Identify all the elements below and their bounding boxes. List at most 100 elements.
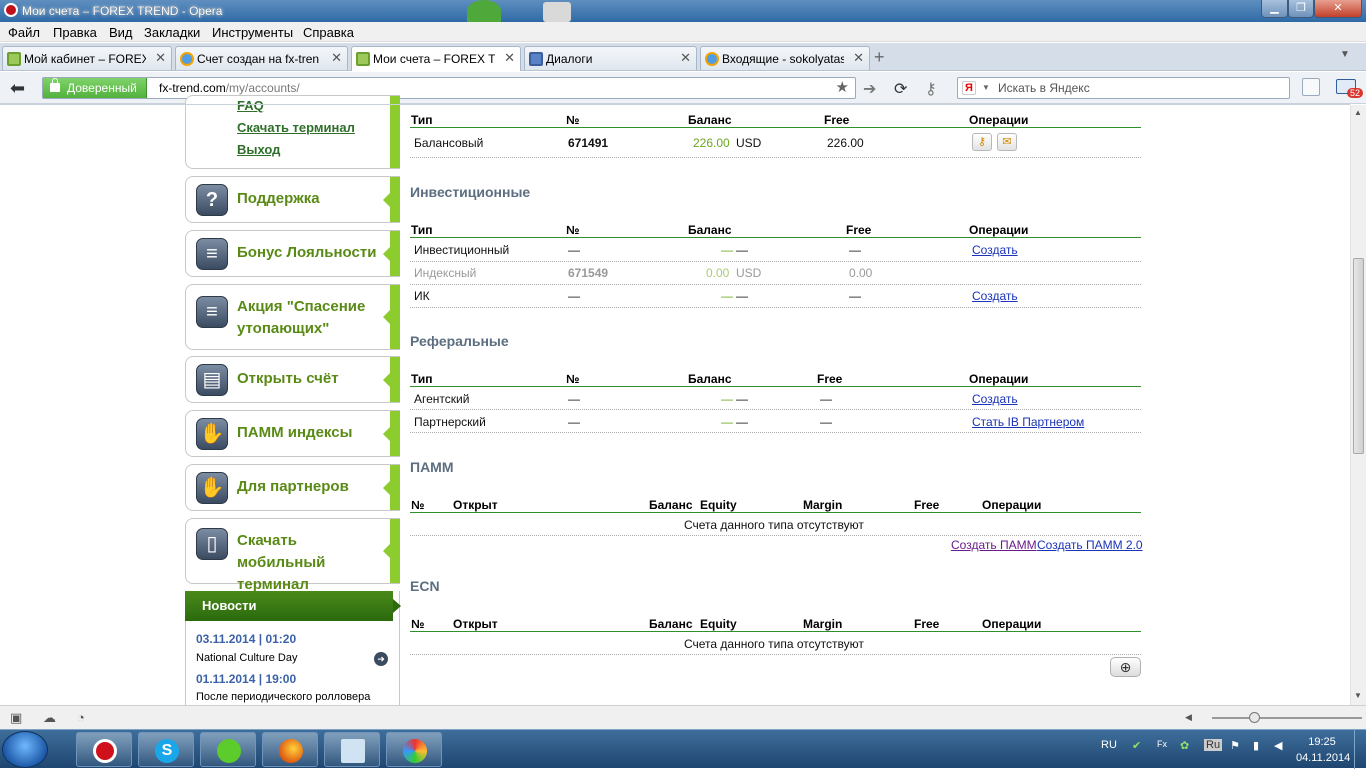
col-free: Free bbox=[846, 223, 872, 237]
tab-close-icon[interactable]: ✕ bbox=[680, 50, 691, 66]
show-desktop-button[interactable] bbox=[1354, 730, 1366, 769]
create-ik-link[interactable]: Создать bbox=[972, 289, 1018, 303]
forward-arrow-icon[interactable]: ➔ bbox=[863, 79, 876, 99]
header-rule bbox=[410, 631, 1141, 632]
page-tools-icon[interactable] bbox=[1302, 78, 1320, 96]
add-account-button[interactable]: ⊕ bbox=[1110, 657, 1141, 677]
sidebar-item-label: Акция "Спасение утопающих" bbox=[237, 298, 366, 337]
menu-bookmarks[interactable]: Закладки bbox=[144, 25, 200, 40]
tab-label: Диалоги bbox=[546, 52, 593, 66]
tray-fx-icon[interactable]: Fx bbox=[1157, 739, 1167, 749]
news-next-arrow-icon[interactable]: ➜ bbox=[374, 652, 388, 666]
row-divider bbox=[410, 261, 1141, 262]
key-icon[interactable]: ⚷ bbox=[972, 133, 992, 151]
tab-dialogs[interactable]: Диалоги ✕ bbox=[524, 46, 697, 70]
create-pamm-2-link[interactable]: Создать ПАММ 2.0 bbox=[1037, 538, 1143, 552]
menu-view[interactable]: Вид bbox=[109, 25, 133, 40]
tray-volume-icon[interactable]: ◀ bbox=[1274, 739, 1282, 752]
panel-toggle-icon[interactable]: ▣ bbox=[10, 710, 22, 726]
tab-close-icon[interactable]: ✕ bbox=[155, 50, 166, 66]
back-arrow-icon[interactable]: ⬅ bbox=[10, 78, 25, 99]
search-engine-dropdown-icon[interactable]: ▼ bbox=[982, 83, 990, 92]
tab-close-icon[interactable]: ✕ bbox=[504, 50, 515, 66]
tab-cabinet[interactable]: Мой кабинет – FOREX ... ✕ bbox=[2, 46, 172, 70]
search-field[interactable]: Я ▼ Искать в Яндекс bbox=[957, 77, 1290, 99]
taskbar-paint[interactable] bbox=[386, 732, 442, 767]
address-field[interactable]: Доверенный fx-trend.com/my/accounts/ ★ bbox=[42, 77, 856, 99]
tab-bar: Мой кабинет – FOREX ... ✕ Счет создан на… bbox=[0, 43, 1366, 71]
tray-icq-icon[interactable]: ✿ bbox=[1180, 739, 1189, 752]
news-text[interactable]: National Culture Day bbox=[196, 652, 298, 664]
menu-tools[interactable]: Инструменты bbox=[212, 25, 293, 40]
create-pamm-link[interactable]: Создать ПАММ bbox=[951, 538, 1037, 552]
sidebar-item-mobile-terminal[interactable]: ▯ Скачать мобильный терминал bbox=[185, 518, 400, 593]
opera-unite-icon[interactable]: ☁ bbox=[43, 710, 56, 726]
tab-close-icon[interactable]: ✕ bbox=[331, 50, 342, 66]
status-bar: ▣ ☁ ◔ ◀ bbox=[0, 705, 1366, 729]
minimize-button[interactable]: ▁ bbox=[1261, 0, 1288, 18]
col-balance: Баланс bbox=[649, 617, 693, 631]
new-tab-button[interactable]: + bbox=[874, 47, 885, 68]
language-indicator[interactable]: RU bbox=[1101, 739, 1117, 751]
tab-list-icon[interactable]: ▼ bbox=[1340, 49, 1350, 60]
sidebar-item-open-account[interactable]: ▤ Открыть счёт bbox=[185, 356, 400, 403]
tray-keyboard-icon[interactable]: Ru bbox=[1204, 739, 1223, 751]
create-agent-link[interactable]: Создать bbox=[972, 392, 1018, 406]
tray-network-icon[interactable]: ▮ bbox=[1253, 739, 1259, 752]
vertical-scrollbar[interactable]: ▲ ▼ bbox=[1350, 105, 1366, 705]
system-clock[interactable]: 19:25 04.11.2014 bbox=[1296, 734, 1350, 766]
turbo-icon[interactable]: ◔ bbox=[77, 710, 85, 725]
menu-edit[interactable]: Правка bbox=[53, 25, 97, 40]
coins-icon: ≡ bbox=[196, 238, 228, 270]
taskbar-icq[interactable] bbox=[200, 732, 256, 767]
scroll-down-arrow-icon[interactable]: ▼ bbox=[1354, 691, 1362, 700]
news-date[interactable]: 01.11.2014 | 19:00 bbox=[196, 672, 296, 686]
bookmark-star-icon[interactable]: ★ bbox=[836, 78, 849, 96]
account-number: 671491 bbox=[568, 136, 609, 150]
url-text[interactable]: fx-trend.com/my/accounts/ bbox=[159, 81, 300, 95]
become-ib-partner-link[interactable]: Стать IB Партнером bbox=[972, 415, 1084, 429]
news-text[interactable]: После периодического ролловера bbox=[196, 691, 370, 703]
taskbar-skype[interactable]: S bbox=[138, 732, 194, 767]
mail-icon[interactable]: ✉ bbox=[997, 133, 1017, 151]
zoom-slider[interactable] bbox=[1212, 712, 1362, 723]
tray-shield-icon[interactable]: ✔ bbox=[1132, 739, 1141, 752]
tab-my-accounts[interactable]: Мои счета – FOREX TR... ✕ bbox=[351, 46, 521, 71]
reload-icon[interactable]: ⟳ bbox=[894, 79, 907, 99]
tab-inbox[interactable]: Входящие - sokolyatas... ✕ bbox=[700, 46, 870, 70]
fx-icon bbox=[7, 52, 21, 66]
sidebar-item-support[interactable]: ? Поддержка bbox=[185, 176, 400, 223]
download-terminal-link[interactable]: Скачать терминал bbox=[237, 120, 355, 135]
header-rule bbox=[410, 512, 1141, 513]
taskbar-firefox[interactable] bbox=[262, 732, 318, 767]
green-notch bbox=[383, 192, 390, 207]
logout-link[interactable]: Выход bbox=[237, 142, 280, 157]
account-currency: — bbox=[736, 415, 748, 429]
start-button[interactable] bbox=[2, 731, 48, 768]
faq-link[interactable]: FAQ bbox=[237, 98, 264, 113]
sidebar-item-pamm-indexes[interactable]: ✋ ПАММ индексы bbox=[185, 410, 400, 457]
taskbar-opera[interactable] bbox=[76, 732, 132, 767]
view-icon[interactable]: ◀ bbox=[1185, 712, 1192, 723]
create-investment-link[interactable]: Создать bbox=[972, 243, 1018, 257]
trusted-badge[interactable]: Доверенный bbox=[43, 78, 147, 98]
col-number: № bbox=[411, 498, 425, 512]
key-icon[interactable]: ⚷ bbox=[925, 79, 937, 99]
tab-account-created[interactable]: Счет создан на fx-tren... ✕ bbox=[175, 46, 348, 70]
tray-flag-icon[interactable]: ⚑ bbox=[1230, 739, 1240, 752]
scrollbar-thumb[interactable] bbox=[1353, 258, 1364, 454]
news-date[interactable]: 03.11.2014 | 01:20 bbox=[196, 632, 296, 646]
account-balance: — bbox=[721, 415, 733, 429]
sidebar-item-partners[interactable]: ✋ Для партнеров bbox=[185, 464, 400, 511]
sidebar-item-loyalty-bonus[interactable]: ≡ Бонус Лояльности bbox=[185, 230, 400, 277]
taskbar-notepad[interactable] bbox=[324, 732, 380, 767]
menu-file[interactable]: Файл bbox=[8, 25, 40, 40]
close-button[interactable]: ✕ bbox=[1314, 0, 1362, 18]
zoom-slider-knob[interactable] bbox=[1249, 712, 1260, 723]
col-free: Free bbox=[914, 498, 940, 512]
scroll-up-arrow-icon[interactable]: ▲ bbox=[1354, 108, 1362, 117]
tab-close-icon[interactable]: ✕ bbox=[853, 50, 864, 66]
maximize-button[interactable]: ❐ bbox=[1288, 0, 1314, 18]
sidebar-item-promo[interactable]: ≡ Акция "Спасение утопающих" bbox=[185, 284, 400, 350]
menu-help[interactable]: Справка bbox=[303, 25, 354, 40]
